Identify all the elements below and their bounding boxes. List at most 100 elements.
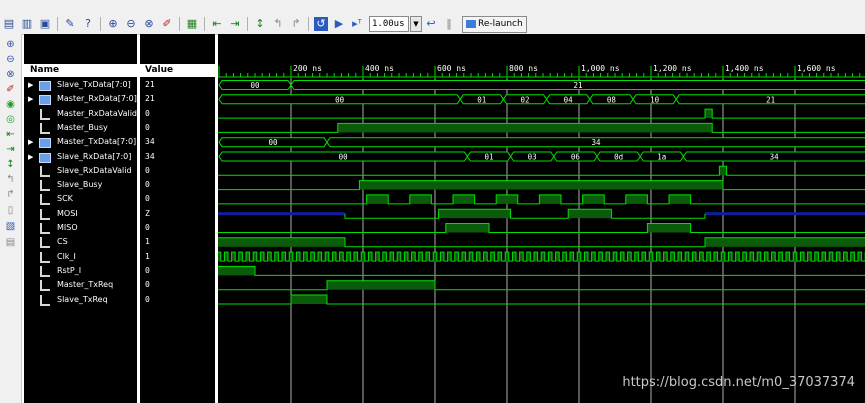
zoom-out-icon[interactable]: ⊖	[124, 17, 138, 31]
signal-row[interactable]: ▶ Master_RxData[7:0]	[24, 92, 137, 106]
step-icon[interactable]: ↱	[4, 188, 17, 201]
signal-row[interactable]: RstP_I	[24, 264, 137, 278]
waveform-viewer[interactable]: 200 ns 400 ns 600 ns 800 ns 1,000 ns 1,200 ns…	[218, 34, 865, 403]
mosi-z-state	[218, 212, 345, 216]
run-back-icon[interactable]: ↰	[271, 17, 285, 31]
step-icon[interactable]: ↱	[289, 17, 303, 31]
remove-marker-icon[interactable]: ◎	[4, 113, 17, 126]
sck-wave-high	[669, 194, 691, 204]
break-icon[interactable]: ↩	[424, 17, 438, 31]
signal-row[interactable]: Master_TxReq	[24, 278, 137, 292]
zoom-fit-icon[interactable]: ⊗	[4, 68, 17, 81]
zoom-in-icon[interactable]: ⊕	[4, 38, 17, 51]
value-column-header[interactable]: Value	[140, 64, 215, 77]
clk-wave-high	[598, 252, 603, 262]
clk-wave-high	[606, 252, 610, 262]
signal-row[interactable]: SCK	[24, 192, 137, 206]
clk-wave-high	[375, 252, 380, 262]
zoom-fit-icon[interactable]: ⊗	[142, 17, 156, 31]
time-unit-dropdown[interactable]: ▼	[410, 16, 422, 32]
signal-row[interactable]: ▶ Slave_RxData[7:0]	[24, 150, 137, 164]
signal-value: Z	[145, 208, 150, 218]
clk-wave-high	[800, 252, 804, 262]
bus-signal-icon	[39, 152, 51, 163]
mosi-high	[568, 209, 612, 219]
grid-icon[interactable]: ▤	[4, 236, 17, 249]
sck-wave-high	[453, 194, 475, 204]
clk-wave-high	[850, 252, 855, 262]
clk-wave-high	[397, 252, 401, 262]
signal-row[interactable]: ▶ Slave_TxData[7:0]	[24, 78, 137, 92]
add-marker-icon[interactable]: ◉	[4, 98, 17, 111]
mosi-high	[438, 209, 511, 219]
restore-icon[interactable]: ▣	[38, 17, 52, 31]
signal-value: 0	[145, 180, 150, 190]
clk-wave	[218, 251, 865, 262]
go-prev-edge-icon[interactable]: ⇤	[210, 17, 224, 31]
expand-arrow-icon[interactable]: ▶	[28, 150, 33, 164]
run-icon[interactable]: ▶	[332, 17, 346, 31]
restart-icon[interactable]: ↺	[314, 17, 328, 31]
bit-signal-icon	[40, 208, 50, 220]
clk-wave-high	[490, 252, 495, 262]
go-next-edge-icon[interactable]: ⇥	[4, 143, 17, 156]
signal-row[interactable]: MOSI	[24, 207, 137, 221]
clk-wave-high	[793, 252, 797, 262]
relaunch-button[interactable]: Re-launch	[462, 15, 527, 33]
clk-wave-high	[454, 252, 459, 262]
signal-row[interactable]: Slave_TxReq	[24, 293, 137, 307]
signal-row[interactable]: ▶ Master_TxData[7:0]	[24, 135, 137, 149]
clk-wave-high	[224, 252, 228, 262]
expand-arrow-icon[interactable]: ▶	[28, 92, 33, 106]
name-column-header[interactable]: Name	[24, 64, 137, 77]
signal-row[interactable]: Slave_RxDataValid	[24, 164, 137, 178]
signal-row[interactable]: Master_Busy	[24, 121, 137, 135]
swap-icon[interactable]: ↰	[4, 173, 17, 186]
miso-wave	[218, 223, 865, 233]
waveform-canvas[interactable]: 200 ns 400 ns 600 ns 800 ns 1,000 ns 1,200 ns…	[218, 34, 865, 403]
zoom-out-icon[interactable]: ⊖	[4, 53, 17, 66]
clk-wave-high	[678, 252, 682, 262]
clk-wave-high	[303, 252, 308, 262]
marker-icon[interactable]: ✐	[160, 17, 174, 31]
cursor-icon[interactable]: ↕	[253, 17, 267, 31]
clk-wave-high	[786, 252, 790, 262]
radix-icon[interactable]: ▧	[4, 220, 17, 233]
bus-signal-icon	[39, 95, 51, 106]
signal-row[interactable]: Clk_I	[24, 250, 137, 264]
save-wave-icon[interactable]: ▦	[185, 17, 199, 31]
clk-wave-high	[735, 252, 740, 262]
clk-wave-high	[339, 252, 344, 262]
go-prev-edge-icon[interactable]: ⇤	[4, 128, 17, 141]
signal-row[interactable]: MISO	[24, 221, 137, 235]
wrench-icon[interactable]: ✎	[63, 17, 77, 31]
bit-signal-icon	[40, 180, 50, 192]
signal-row[interactable]: Slave_Busy	[24, 178, 137, 192]
zoom-in-icon[interactable]: ⊕	[106, 17, 120, 31]
clk-wave-high	[368, 252, 372, 262]
marker-icon[interactable]: ✐	[4, 83, 17, 96]
clk-wave-high	[325, 252, 329, 262]
run-for-icon[interactable]: ▸ᵀ	[350, 17, 364, 31]
pause-icon[interactable]: ‖	[442, 17, 456, 31]
clk-wave-high	[382, 252, 387, 262]
cursor-icon[interactable]: ↕	[4, 158, 17, 171]
paste-icon[interactable]: ▥	[20, 17, 34, 31]
go-next-edge-icon[interactable]: ⇥	[228, 17, 242, 31]
signal-row[interactable]: CS	[24, 235, 137, 249]
clk-wave-high	[390, 252, 394, 262]
expand-arrow-icon[interactable]: ▶	[28, 78, 33, 92]
ruler-tick-label: 1,000 ns	[581, 64, 620, 73]
run-time-input[interactable]: 1.00us	[369, 16, 409, 32]
copy-icon[interactable]: ▤	[2, 17, 16, 31]
clk-wave-high	[433, 252, 437, 262]
help-icon[interactable]: ?	[81, 17, 95, 31]
signal-row[interactable]: Master_RxDataValid	[24, 107, 137, 121]
left-toolbar: ⊕ ⊖ ⊗ ✐ ◉ ◎ ⇤ ⇥ ↕ ↰ ↱ ▯ ▧ ▤	[0, 34, 22, 403]
snap-icon[interactable]: ▯	[4, 204, 17, 217]
clk-wave-high	[591, 252, 596, 262]
relaunch-icon	[466, 20, 476, 28]
clk-wave-high	[519, 252, 524, 262]
slave-rxdatavalid-wave-high	[719, 166, 727, 176]
expand-arrow-icon[interactable]: ▶	[28, 135, 33, 149]
